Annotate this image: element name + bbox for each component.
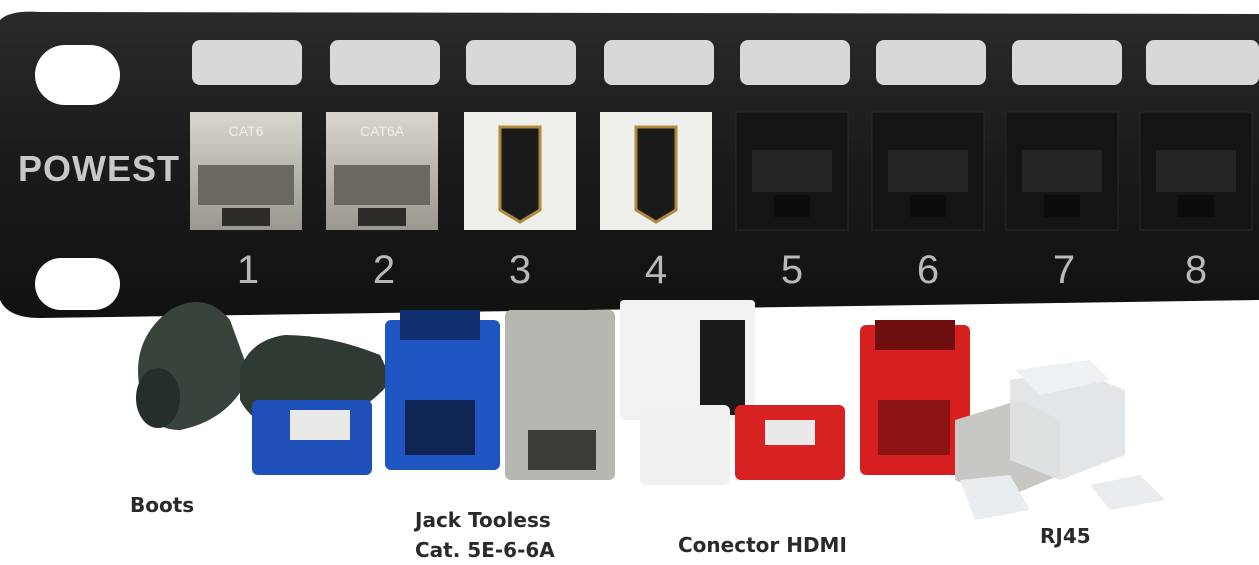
caption-jack-line1: Jack Tooless [415,508,551,532]
jack-white-small [640,405,730,485]
port-2-cat6a: CAT6A [326,112,438,230]
keystone-hdmi [620,300,755,420]
caption-jack: Jack Tooless Cat. 5E-6-6A [415,505,555,565]
jack-blue-small [252,400,372,475]
jack-red [860,320,970,475]
caption-hdmi: Conector HDMI [678,533,847,557]
caption-jack-line2: Cat. 5E-6-6A [415,538,555,562]
port-4-hdmi [600,112,712,230]
caption-rj45: RJ45 [1040,524,1091,548]
jack-shielded [505,310,615,480]
jack-red-small [735,405,845,480]
port-3-hdmi [464,112,576,230]
caption-boots: Boots [130,493,195,517]
svg-text:CAT6: CAT6 [229,123,264,139]
brand-logo: POWEST [18,148,181,189]
jack-blue [385,310,500,470]
mount-hole-top [35,45,120,105]
rj45-connectors [955,360,1165,520]
svg-text:CAT6A: CAT6A [360,123,405,139]
port-1-cat6: CAT6 [190,112,302,230]
